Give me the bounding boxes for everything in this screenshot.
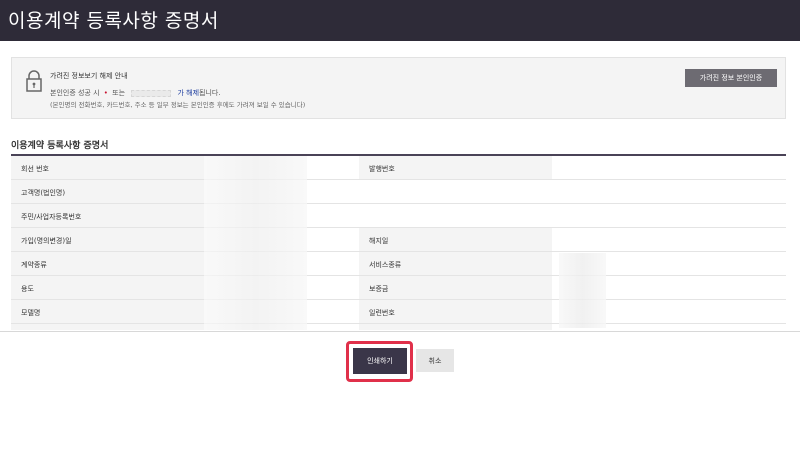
notice-or: 또는: [112, 89, 126, 97]
notice-prefix: 본인인증 성공 시: [50, 89, 100, 97]
title-bar: 이용계약 등록사항 증명서: [0, 0, 800, 41]
table-row: 계약종류 서비스종류: [11, 252, 786, 276]
masked-values: [204, 156, 307, 330]
table-row: 주민/사업자등록번호: [11, 204, 786, 228]
divider: [0, 331, 800, 332]
field-label: 주민/사업자등록번호: [11, 204, 204, 227]
lock-icon: [26, 70, 42, 92]
notice-suffix: 됩니다.: [199, 89, 221, 97]
field-label: [359, 324, 552, 330]
field-label: 해지일: [359, 228, 552, 251]
notice-line-2: (본인명의 전화번호, 카드번호, 주소 등 일부 정보는 본인인증 후에도 가…: [50, 101, 306, 109]
field-label: 보증금: [359, 276, 552, 299]
field-label: 서비스종류: [359, 252, 552, 275]
field-label: 고객명(법인명): [11, 180, 204, 203]
table-row: 가입(명의변경)일 해지일: [11, 228, 786, 252]
page-title: 이용계약 등록사항 증명서: [8, 10, 219, 32]
print-button[interactable]: 인쇄하기: [353, 348, 407, 374]
notice-title: 가려진 정보보기 해제 안내: [50, 72, 128, 80]
notice-line-1: 본인인증 성공 시 • 또는 가 해제됩니다.: [50, 88, 221, 98]
field-label: 발행번호: [359, 156, 552, 179]
field-label: 가입(명의변경)일: [11, 228, 204, 251]
certificate-table: 회선 번호 발행번호 고객명(법인명) 주민/사업자등록번호 가입(명의변경)일…: [11, 154, 786, 330]
field-label: 계약종류: [11, 252, 204, 275]
table-row: 고객명(법인명): [11, 180, 786, 204]
table-row: 모델명 일련번호: [11, 300, 786, 324]
field-label: 용도: [11, 276, 204, 299]
field-label: [11, 324, 204, 330]
unmask-link[interactable]: 가 해제: [178, 89, 200, 97]
masked-info: [131, 89, 172, 97]
field-label: 일련번호: [359, 300, 552, 323]
privacy-notice: 가려진 정보보기 해제 안내 본인인증 성공 시 • 또는 가 해제됩니다. (…: [11, 57, 786, 119]
section-title: 이용계약 등록사항 증명서: [11, 141, 109, 151]
table-row: 회선 번호 발행번호: [11, 156, 786, 180]
cancel-button[interactable]: 취소: [416, 349, 454, 372]
field-label: 모델명: [11, 300, 204, 323]
field-label: 회선 번호: [11, 156, 204, 179]
table-row: [11, 324, 786, 330]
table-row: 용도 보증금: [11, 276, 786, 300]
identity-verify-button[interactable]: 가려진 정보 본인인증: [685, 69, 777, 87]
bullet-icon: •: [103, 89, 108, 97]
masked-values: [559, 253, 606, 328]
